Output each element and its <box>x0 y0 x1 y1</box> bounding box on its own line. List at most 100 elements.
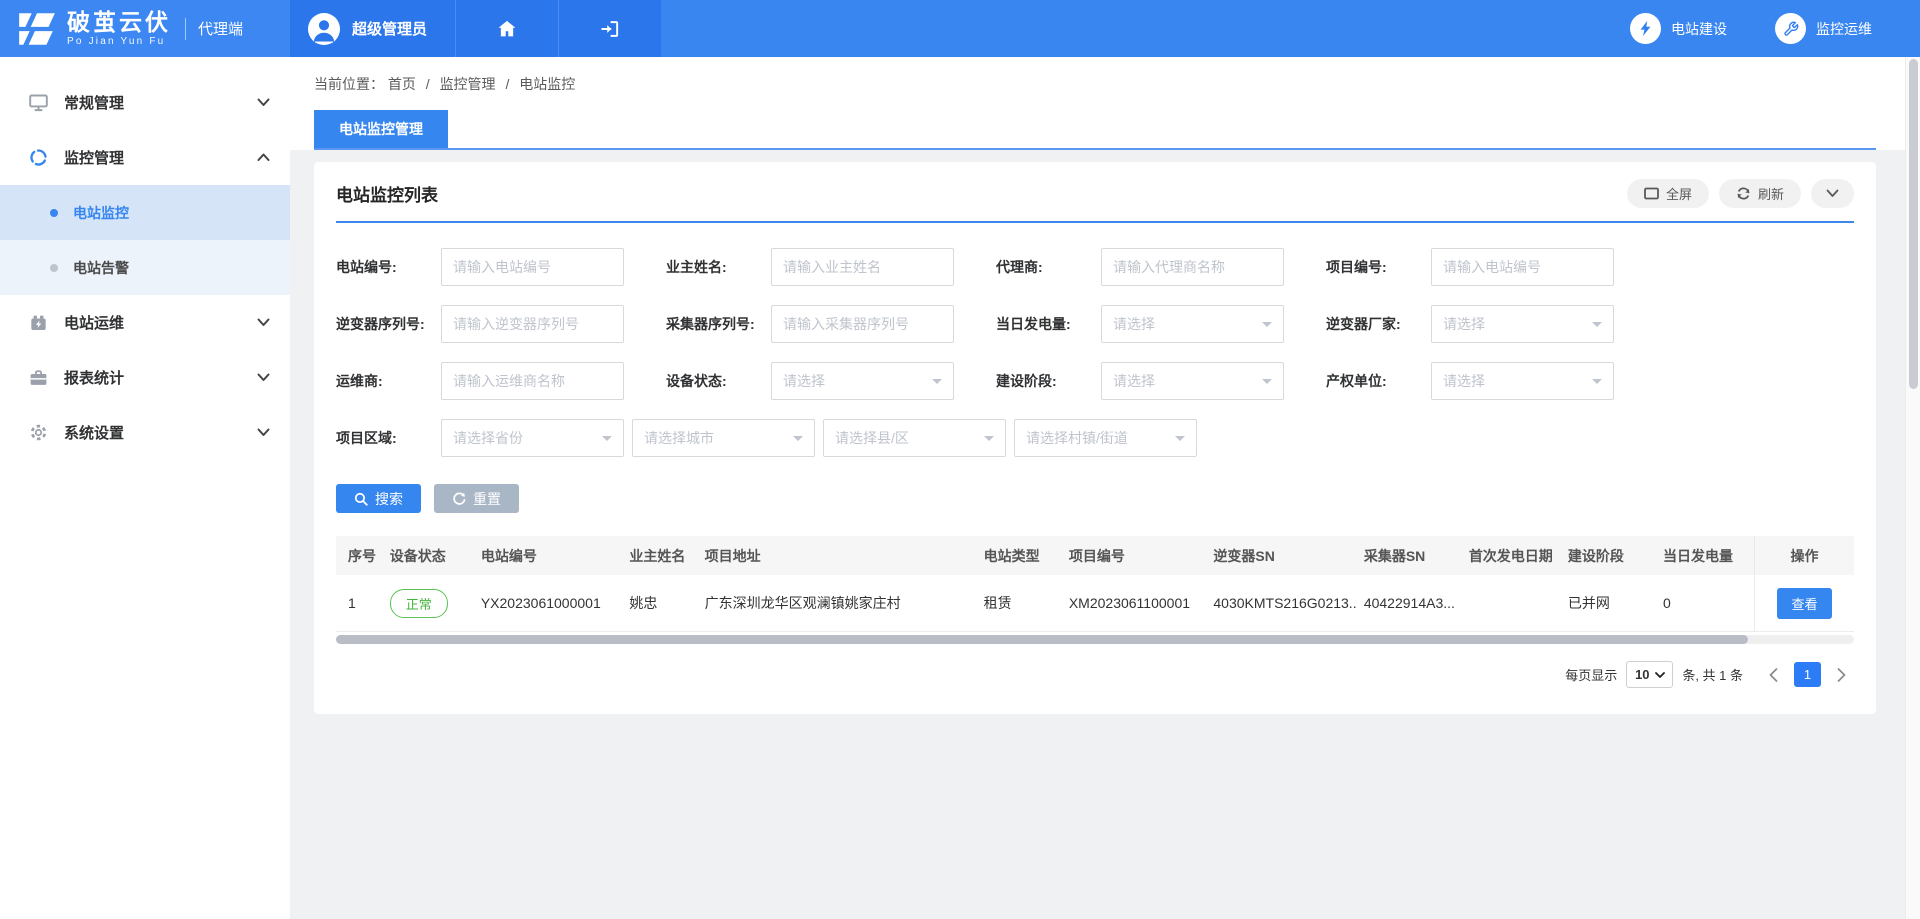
breadcrumb-section[interactable]: 监控管理 <box>440 76 496 92</box>
horizontal-scrollbar[interactable] <box>336 635 1854 644</box>
county-select[interactable]: 请选择县/区 <box>823 419 1006 457</box>
caret-down-icon <box>984 436 994 446</box>
nav-build-label: 电站建设 <box>1671 19 1727 39</box>
ops-provider-input[interactable] <box>441 362 624 400</box>
filter-label: 建设阶段: <box>996 371 1101 391</box>
caret-down-icon <box>1655 672 1665 678</box>
column-header: 电站编号 <box>473 546 621 566</box>
prev-page-button[interactable] <box>1761 668 1786 682</box>
cell-inverter-sn: 4030KMTS216G0213... <box>1205 595 1355 611</box>
column-header: 项目地址 <box>697 546 976 566</box>
nav-station-build[interactable]: 电站建设 <box>1630 0 1727 57</box>
city-select[interactable]: 请选择城市 <box>632 419 815 457</box>
property-unit-select[interactable]: 请选择 <box>1431 362 1614 400</box>
cell-owner: 姚忠 <box>621 593 696 613</box>
pagination: 每页显示 10 条, 共 1 条 1 <box>336 661 1854 688</box>
device-status-select[interactable]: 请选择 <box>771 362 954 400</box>
column-header: 建设阶段 <box>1560 546 1655 566</box>
column-header: 当日发电量 <box>1655 546 1754 566</box>
collector-sn-input[interactable] <box>771 305 954 343</box>
refresh-button[interactable]: 刷新 <box>1719 179 1801 208</box>
filter-label: 代理商: <box>996 257 1101 277</box>
breadcrumb-separator: / <box>426 76 430 92</box>
sidebar-item-reports[interactable]: 报表统计 <box>0 350 290 405</box>
per-page-label: 每页显示 <box>1565 665 1617 684</box>
owner-name-input[interactable] <box>771 248 954 286</box>
next-page-button[interactable] <box>1829 668 1854 682</box>
table-row[interactable]: 1 正常 YX2023061000001 姚忠 广东深圳龙华区观澜镇姚家庄村 租… <box>336 575 1854 632</box>
agent-input[interactable] <box>1101 248 1284 286</box>
sidebar-item-station-alarm[interactable]: 电站告警 <box>0 240 290 295</box>
sidebar-item-general-mgmt[interactable]: 常规管理 <box>0 75 290 130</box>
breadcrumb-page[interactable]: 电站监控 <box>519 76 575 92</box>
column-header: 采集器SN <box>1356 546 1461 566</box>
station-monitor-panel: 电站监控列表 全屏 <box>314 162 1876 714</box>
main-content: 当前位置： 首页 / 监控管理 / 电站监控 电站监控管理 电站监控列表 <box>290 57 1920 919</box>
reset-button[interactable]: 重置 <box>434 484 519 513</box>
tab-station-monitor-mgmt[interactable]: 电站监控管理 <box>314 110 448 148</box>
cell-address: 广东深圳龙华区观澜镇姚家庄村 <box>697 593 976 613</box>
breadcrumb-strip: 当前位置： 首页 / 监控管理 / 电站监控 电站监控管理 <box>290 57 1920 150</box>
cell-station-no: YX2023061000001 <box>473 595 621 611</box>
refresh-icon <box>1736 186 1751 201</box>
sidebar-item-label: 系统设置 <box>64 422 257 443</box>
brand-name: 破茧云伏 <box>67 11 171 34</box>
filter-label: 运维商: <box>336 371 441 391</box>
per-page-select[interactable]: 10 <box>1626 661 1673 688</box>
brand[interactable]: 破茧云伏 Po Jian Yun Fu 代理端 <box>0 0 290 57</box>
build-stage-select[interactable]: 请选择 <box>1101 362 1284 400</box>
province-select[interactable]: 请选择省份 <box>441 419 624 457</box>
home-icon <box>496 18 518 40</box>
brand-divider <box>185 18 186 40</box>
column-header: 逆变器SN <box>1205 546 1355 566</box>
caret-down-icon <box>1262 379 1272 389</box>
daily-generation-select[interactable]: 请选择 <box>1101 305 1284 343</box>
sidebar: 常规管理 监控管理 电站监控 电站告警 <box>0 57 290 919</box>
nav-monitor-ops[interactable]: 监控运维 <box>1775 0 1872 57</box>
search-button[interactable]: 搜索 <box>336 484 421 513</box>
column-header: 电站类型 <box>976 546 1061 566</box>
fullscreen-button[interactable]: 全屏 <box>1627 179 1709 208</box>
home-button[interactable] <box>455 0 558 57</box>
chevron-up-icon <box>257 153 270 162</box>
sidebar-item-label: 报表统计 <box>64 367 257 388</box>
battery-icon <box>27 312 49 334</box>
column-header: 设备状态 <box>382 546 473 566</box>
filter-label: 采集器序列号: <box>666 314 771 334</box>
sidebar-item-label: 电站运维 <box>64 312 257 333</box>
sidebar-item-monitor-mgmt[interactable]: 监控管理 <box>0 130 290 185</box>
column-header: 首次发电日期 <box>1461 546 1560 566</box>
cell-daily-generation: 0 <box>1655 595 1754 611</box>
network-icon <box>27 147 49 169</box>
page-scrollbar[interactable] <box>1905 57 1920 919</box>
station-no-input[interactable] <box>441 248 624 286</box>
bullet-dot-icon <box>50 209 58 217</box>
collapse-panel-button[interactable] <box>1811 179 1854 208</box>
inverter-sn-input[interactable] <box>441 305 624 343</box>
logout-button[interactable] <box>558 0 661 57</box>
horizontal-scrollbar-thumb[interactable] <box>336 635 1748 644</box>
sidebar-item-label: 常规管理 <box>64 92 257 113</box>
sidebar-subitem-label: 电站告警 <box>73 258 129 278</box>
filter-label: 设备状态: <box>666 371 771 391</box>
table-header-row: 序号 设备状态 电站编号 业主姓名 项目地址 电站类型 项目编号 逆变器SN 采… <box>336 536 1854 575</box>
breadcrumb-home[interactable]: 首页 <box>388 76 416 92</box>
station-table: 序号 设备状态 电站编号 业主姓名 项目地址 电站类型 项目编号 逆变器SN 采… <box>336 536 1854 632</box>
chevron-right-icon <box>1837 668 1846 682</box>
page-1-button[interactable]: 1 <box>1794 662 1821 687</box>
portal-label: 代理端 <box>198 18 243 39</box>
sidebar-item-station-monitor[interactable]: 电站监控 <box>0 185 290 240</box>
total-count-label: 条, 共 1 条 <box>1682 665 1743 684</box>
sidebar-item-station-ops[interactable]: 电站运维 <box>0 295 290 350</box>
town-select[interactable]: 请选择村镇/街道 <box>1014 419 1197 457</box>
top-header: 破茧云伏 Po Jian Yun Fu 代理端 超级管理员 <box>0 0 1920 57</box>
project-no-input[interactable] <box>1431 248 1614 286</box>
sidebar-item-settings[interactable]: 系统设置 <box>0 405 290 460</box>
page-scrollbar-thumb[interactable] <box>1909 59 1918 389</box>
view-button[interactable]: 查看 <box>1777 588 1831 619</box>
user-menu[interactable]: 超级管理员 <box>290 0 455 57</box>
chevron-down-icon <box>1826 189 1839 198</box>
column-header: 操作 <box>1754 536 1854 575</box>
inverter-vendor-select[interactable]: 请选择 <box>1431 305 1614 343</box>
panel-wrap: 电站监控列表 全屏 <box>290 150 1920 714</box>
